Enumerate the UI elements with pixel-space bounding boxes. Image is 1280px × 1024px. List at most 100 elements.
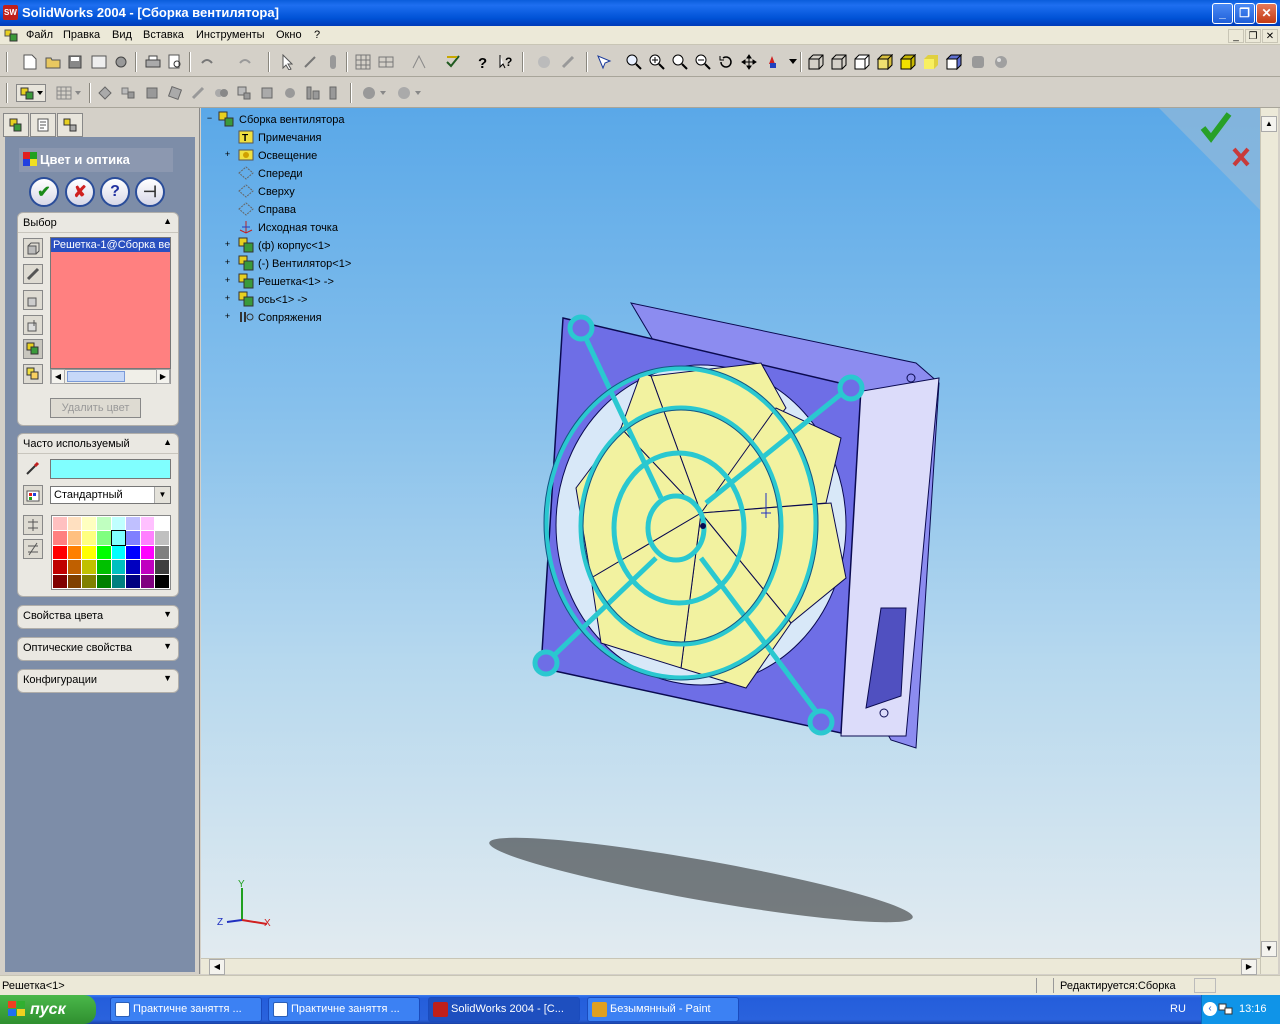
- mdi-minimize-button[interactable]: _: [1228, 29, 1244, 43]
- color-swatch[interactable]: [155, 574, 169, 588]
- selection-list-item[interactable]: Решетка-1@Сборка ве: [51, 238, 170, 252]
- zoom-area-icon[interactable]: [671, 53, 689, 71]
- toolbox-icon[interactable]: [535, 53, 553, 71]
- new-document-icon[interactable]: [21, 53, 39, 71]
- assembly-features-icon[interactable]: [359, 84, 389, 102]
- select-bodies-icon[interactable]: [23, 290, 43, 310]
- palette-file-icon[interactable]: [23, 485, 43, 505]
- frequent-group-header[interactable]: Часто используемый ▲: [18, 434, 178, 454]
- optical-properties-group[interactable]: Оптические свойства ▼: [17, 637, 179, 661]
- color-swatch[interactable]: [140, 517, 155, 531]
- redo-icon[interactable]: [236, 53, 254, 71]
- close-button[interactable]: ✕: [1256, 3, 1277, 24]
- insert-component-icon[interactable]: [96, 84, 114, 102]
- palette-icon[interactable]: [559, 53, 577, 71]
- color-swatch[interactable]: [67, 517, 82, 531]
- expand-toggle[interactable]: +: [223, 294, 232, 303]
- expand-arrow-icon[interactable]: ▼: [163, 641, 172, 651]
- smart-dimension-icon[interactable]: [324, 53, 342, 71]
- menu-tools[interactable]: Инструменты: [196, 29, 265, 41]
- expand-toggle[interactable]: +: [223, 258, 232, 267]
- solidworks-app-icon[interactable]: SW: [3, 5, 18, 20]
- minimize-button[interactable]: _: [1212, 3, 1233, 24]
- hidden-lines-visible-icon[interactable]: [830, 53, 848, 71]
- whats-this-icon[interactable]: ?: [497, 53, 515, 71]
- print-preview-icon[interactable]: [166, 53, 184, 71]
- color-swatch[interactable]: [140, 574, 155, 588]
- collapse-arrow-icon[interactable]: ▲: [163, 437, 172, 447]
- interference-detection-icon[interactable]: [281, 84, 299, 102]
- rotate-component-icon[interactable]: [189, 84, 207, 102]
- dropdown-arrow-icon[interactable]: ▼: [154, 487, 170, 503]
- menu-window[interactable]: Окно: [276, 29, 302, 41]
- edit-component-icon[interactable]: [16, 84, 46, 102]
- cancel-button[interactable]: ✘: [65, 177, 95, 207]
- menu-file[interactable]: Файл: [26, 29, 53, 41]
- expand-toggle[interactable]: +: [223, 312, 232, 321]
- select-arrow-icon[interactable]: [278, 53, 296, 71]
- restore-button[interactable]: ❐: [1234, 3, 1255, 24]
- color-swatch[interactable]: [96, 574, 111, 588]
- zoom-to-fit-icon[interactable]: [625, 53, 643, 71]
- select-features-icon[interactable]: [23, 264, 43, 284]
- help-button[interactable]: ?: [100, 177, 130, 207]
- remove-color-button[interactable]: Удалить цвет: [50, 398, 141, 418]
- make-drawing-icon[interactable]: [90, 53, 108, 71]
- view-orientation-icon[interactable]: [763, 53, 781, 71]
- color-swatch[interactable]: [96, 560, 111, 574]
- color-swatch[interactable]: [140, 545, 155, 560]
- scroll-down-arrow[interactable]: ▼: [1261, 941, 1277, 957]
- color-swatch[interactable]: [53, 531, 67, 545]
- hide-show-components-icon[interactable]: [119, 84, 137, 102]
- menu-help[interactable]: ?: [314, 29, 320, 41]
- eyedropper-icon[interactable]: [23, 458, 43, 478]
- color-swatch[interactable]: [82, 531, 96, 545]
- shaded-with-edges-icon[interactable]: [876, 53, 894, 71]
- color-swatch[interactable]: [126, 531, 140, 545]
- color-swatch[interactable]: [82, 560, 96, 574]
- color-swatch[interactable]: [82, 545, 96, 560]
- color-swatch[interactable]: [155, 517, 169, 531]
- zoom-in-icon[interactable]: [648, 53, 666, 71]
- help-icon[interactable]: ?: [474, 53, 492, 71]
- color-swatch[interactable]: [110, 530, 127, 546]
- color-swatch[interactable]: [67, 560, 82, 574]
- scroll-left-arrow[interactable]: ◀: [209, 959, 225, 975]
- color-swatch[interactable]: [111, 545, 126, 560]
- select-parts-icon[interactable]: [23, 315, 43, 335]
- hidden-lines-removed-icon[interactable]: [853, 53, 871, 71]
- color-swatch[interactable]: [155, 560, 169, 574]
- color-swatch[interactable]: [53, 545, 67, 560]
- tab-configuration-manager[interactable]: [57, 113, 83, 137]
- color-swatch[interactable]: [111, 560, 126, 574]
- color-swatch[interactable]: [155, 531, 169, 545]
- color-swatch[interactable]: [140, 560, 155, 574]
- remove-swatch-icon[interactable]: [23, 539, 43, 559]
- pan-icon[interactable]: [740, 53, 758, 71]
- task-button-active[interactable]: SolidWorks 2004 - [С...: [428, 997, 580, 1022]
- vertical-scrollbar[interactable]: ▲ ▼: [1260, 108, 1278, 974]
- graphics-area[interactable]: Y X Z: [201, 108, 1260, 958]
- color-properties-group[interactable]: Свойства цвета ▼: [17, 605, 179, 629]
- task-button[interactable]: Практичне заняття ...: [110, 997, 262, 1022]
- collapse-arrow-icon[interactable]: ▲: [163, 216, 172, 226]
- color-swatch[interactable]: [53, 574, 67, 588]
- reference-geometry-icon[interactable]: [394, 84, 424, 102]
- rotate-view-icon[interactable]: [717, 53, 735, 71]
- color-swatch[interactable]: [53, 560, 67, 574]
- color-swatch[interactable]: [140, 531, 155, 545]
- menu-view[interactable]: Вид: [112, 29, 132, 41]
- color-swatch[interactable]: [82, 574, 96, 588]
- scroll-up-arrow[interactable]: ▲: [1261, 116, 1277, 132]
- section-view-icon[interactable]: [945, 53, 963, 71]
- network-icon[interactable]: [1218, 1001, 1234, 1017]
- selection-group-header[interactable]: Выбор ▲: [18, 213, 178, 233]
- tray-expand-icon[interactable]: ‹: [1203, 1002, 1217, 1016]
- scroll-right-arrow[interactable]: ▶: [156, 369, 170, 384]
- expand-toggle[interactable]: +: [223, 276, 232, 285]
- mdi-restore-button[interactable]: ❐: [1245, 29, 1261, 43]
- select-faces-icon[interactable]: [23, 238, 43, 258]
- ok-button[interactable]: ✔: [29, 177, 59, 207]
- save-icon[interactable]: [66, 53, 84, 71]
- rebuild-icon[interactable]: [377, 53, 395, 71]
